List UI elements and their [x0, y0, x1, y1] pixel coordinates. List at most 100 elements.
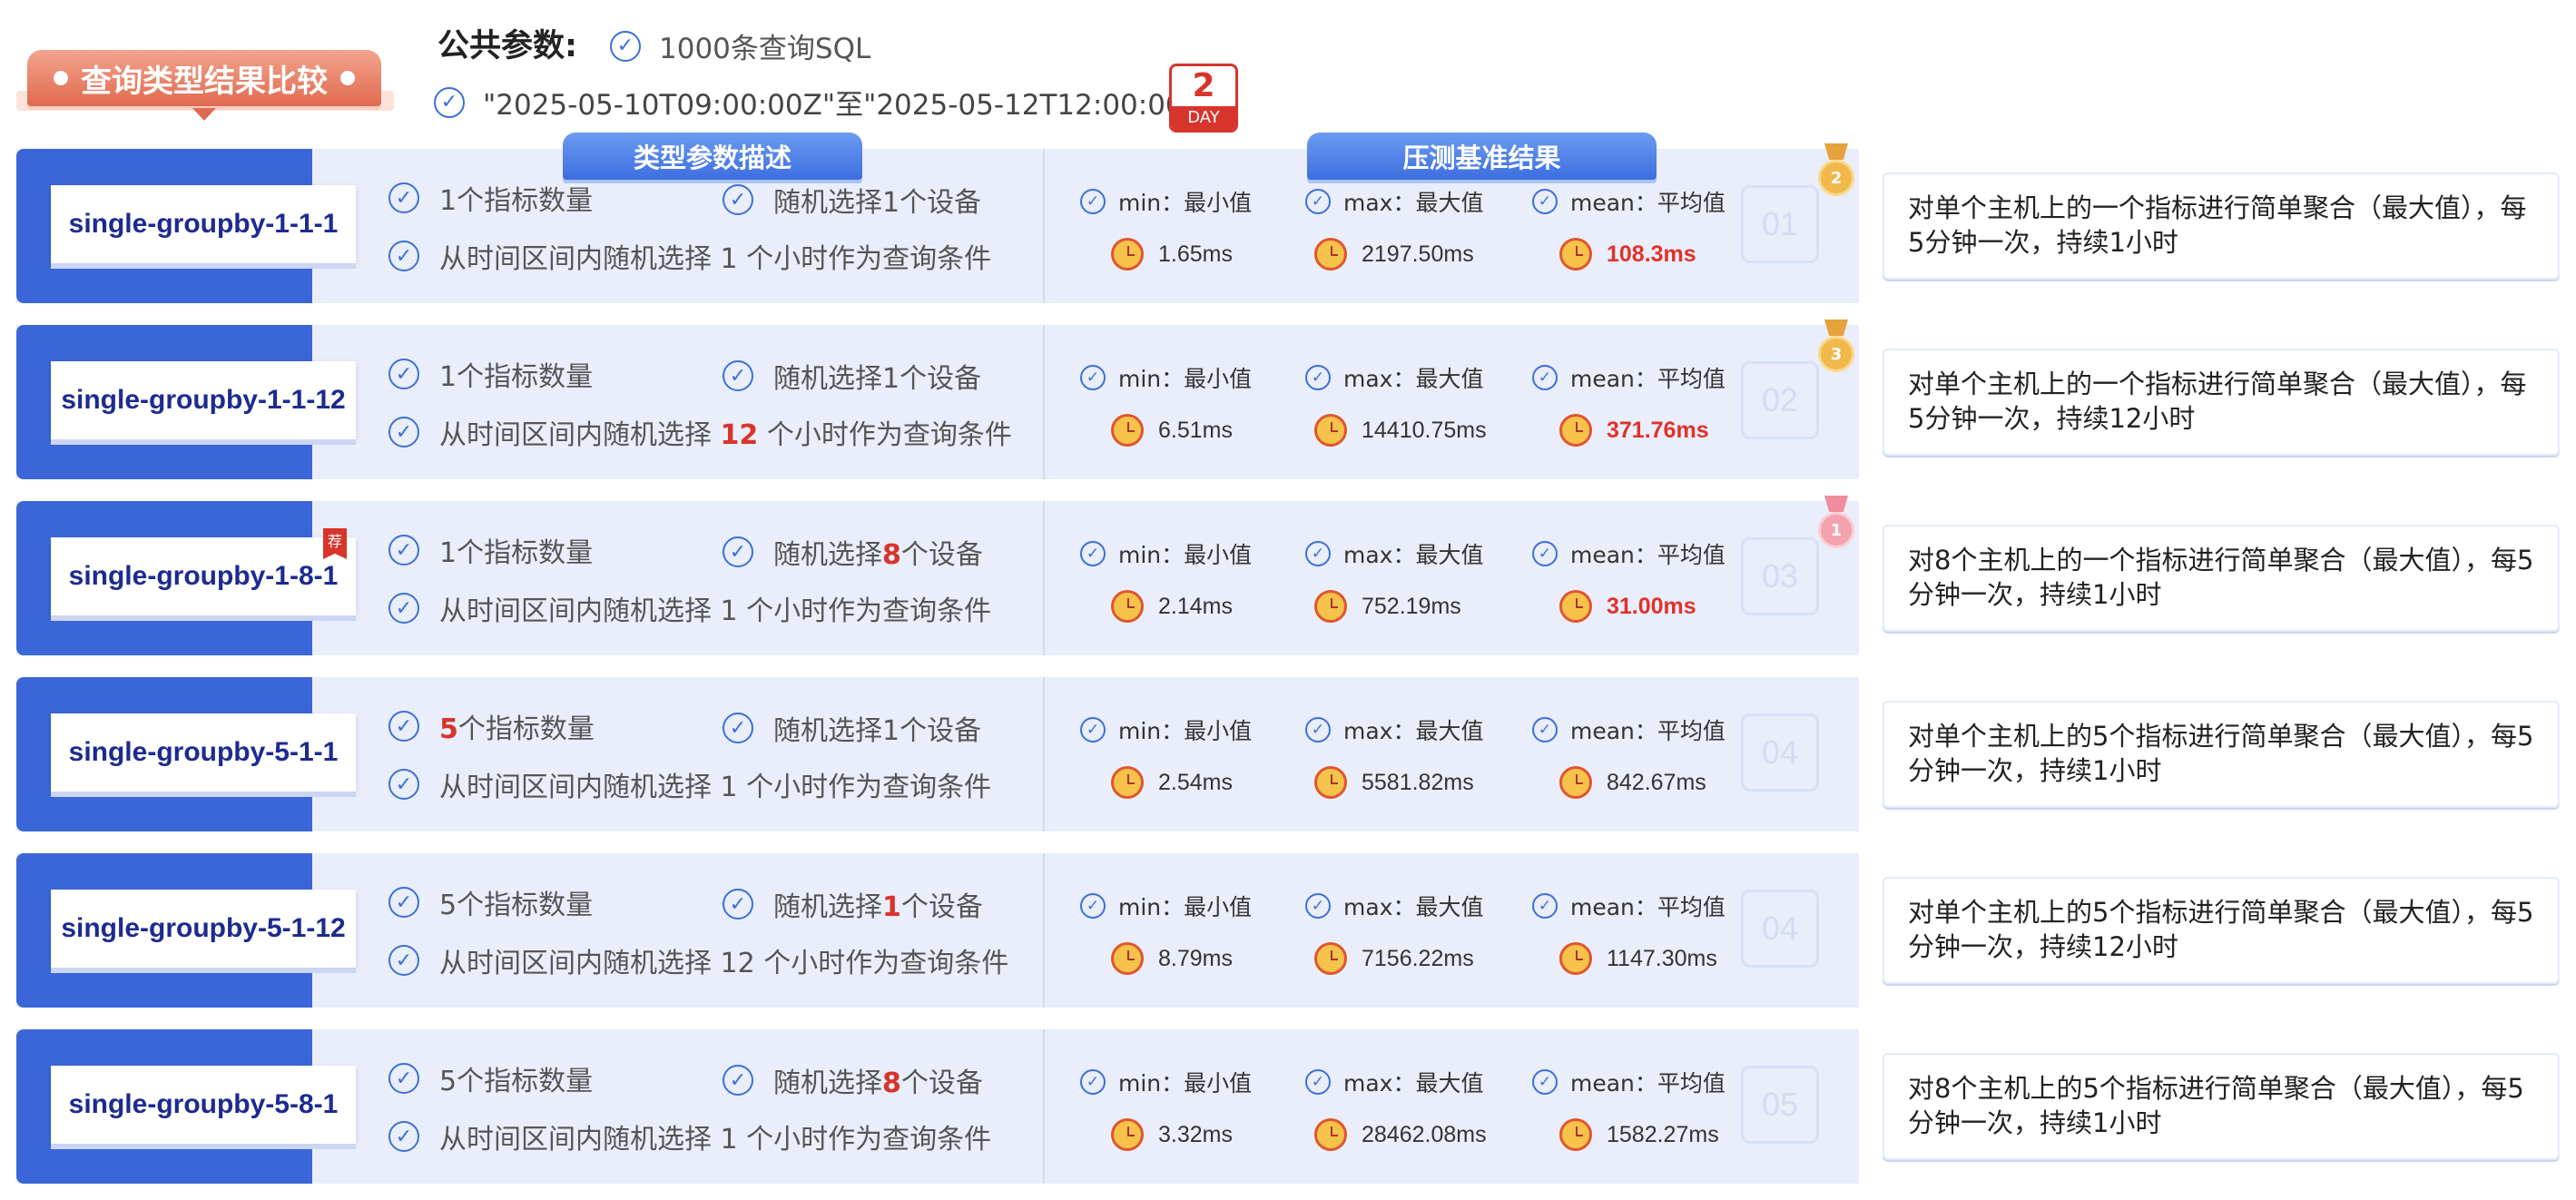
alarm-clock-icon: [1559, 1118, 1592, 1151]
check-circle-icon: ✓: [723, 889, 753, 920]
metrics-text: 5个指标数量: [439, 890, 594, 921]
column-divider: [1043, 853, 1045, 1008]
mean-value-text: 1147.30ms: [1607, 945, 1717, 971]
time-text: 从时间区间内随机选择: [439, 1124, 721, 1156]
alarm-clock-icon: [1559, 590, 1592, 623]
mean-label-text: mean：平均值: [1570, 894, 1726, 920]
param-sql-text: 1000条查询SQL: [659, 33, 871, 65]
check-circle-icon: ✓: [1532, 893, 1558, 919]
page-title: 查询类型结果比较: [81, 63, 328, 100]
check-circle-icon: ✓: [388, 711, 419, 742]
min-label-text: min：最小值: [1118, 190, 1253, 216]
device-text: 随机选择: [773, 891, 882, 923]
check-circle-icon: ✓: [388, 417, 419, 448]
mean-value-text: 108.3ms: [1607, 241, 1696, 267]
device-highlight: 8: [882, 539, 901, 571]
device-highlight: 8: [882, 1067, 901, 1099]
check-circle-icon: ✓: [1532, 1069, 1558, 1095]
time-text: 个小时作为查询条件: [758, 419, 1012, 451]
metrics-text: 1个指标数量: [439, 185, 594, 217]
mean-value: 371.76ms: [1559, 414, 1709, 447]
device-select: ✓ 随机选择1个设备: [723, 708, 981, 748]
alarm-clock-icon: [1111, 414, 1144, 447]
mean-value: 108.3ms: [1559, 238, 1696, 270]
check-circle-icon: ✓: [723, 536, 753, 567]
alarm-clock-icon: [1314, 590, 1347, 623]
query-description-card: 对8个主机上的一个指标进行简单聚合（最大值），每5分钟一次，持续1小时: [1883, 525, 2560, 632]
min-value: 8.79ms: [1111, 942, 1233, 975]
device-text: 1个设备: [882, 187, 982, 219]
mean-label: ✓ mean：平均值: [1532, 361, 1726, 394]
time-text: 从时间区间内随机选择: [439, 419, 721, 451]
alarm-clock-icon: [1314, 238, 1347, 270]
alarm-clock-icon: [1559, 942, 1592, 975]
check-circle-icon: ✓: [1080, 1069, 1106, 1095]
check-circle-icon: ✓: [1080, 365, 1106, 390]
check-circle-icon: ✓: [1080, 717, 1106, 743]
min-label-text: min：最小值: [1118, 1070, 1253, 1097]
mean-value-text: 1582.27ms: [1607, 1121, 1719, 1147]
check-circle-icon: ✓: [388, 359, 419, 389]
alarm-clock-icon: [1559, 238, 1592, 270]
metrics-text: 5个指标数量: [439, 1066, 594, 1097]
max-label-text: max：最大值: [1343, 366, 1484, 392]
day-calendar-icon: 2 DAY: [1169, 64, 1238, 133]
column-divider: [1043, 1029, 1045, 1184]
device-text: 个设备: [900, 1067, 983, 1099]
metrics-count: ✓ 5个指标数量: [388, 882, 593, 922]
device-text: 1个设备: [882, 363, 982, 395]
max-value: 5581.82ms: [1314, 766, 1474, 799]
metrics-text: 1个指标数量: [439, 537, 594, 569]
check-circle-icon: ✓: [388, 769, 419, 800]
mean-value: 842.67ms: [1559, 766, 1706, 799]
table-row: single-groupby-5-1-12 ✓ 5个指标数量 ✓ 随机选择1个设…: [16, 853, 1859, 1008]
time-text: 从时间区间内随机选择: [439, 595, 721, 627]
device-text: 随机选择: [773, 539, 882, 571]
metrics-count: ✓ 5个指标数量: [388, 706, 595, 746]
check-circle-icon: ✓: [1305, 893, 1331, 919]
time-text: 1 个小时作为查询条件: [720, 772, 992, 803]
time-text: 1 个小时作为查询条件: [720, 243, 992, 275]
day-number: 2: [1192, 67, 1215, 104]
query-type-name: single-groupby-5-8-1: [51, 1066, 356, 1144]
medal-rank: 2: [1818, 160, 1854, 196]
device-select: ✓ 随机选择1个设备: [723, 356, 981, 396]
mean-value-text: 371.76ms: [1607, 417, 1709, 443]
query-type-name: single-groupby-1-8-1: [51, 537, 356, 615]
max-value-text: 28462.08ms: [1362, 1121, 1487, 1147]
query-description-card: 对单个主机上的5个指标进行简单聚合（最大值），每5分钟一次，持续1小时: [1883, 701, 2560, 808]
mean-label: ✓ mean：平均值: [1532, 890, 1726, 922]
check-circle-icon: ✓: [1532, 365, 1558, 390]
bullet-dot-icon: [340, 71, 355, 85]
min-value-text: 3.32ms: [1158, 1121, 1233, 1147]
mean-value-text: 842.67ms: [1607, 769, 1706, 795]
metrics-text: 个指标数量: [457, 713, 595, 745]
param-sql-count: ✓ 1000条查询SQL: [610, 25, 870, 66]
table-row: single-groupby-1-1-12 ✓ 1个指标数量 ✓ 随机选择1个设…: [16, 320, 1859, 479]
query-description-card: 对单个主机上的5个指标进行简单聚合（最大值），每5分钟一次，持续12小时: [1883, 877, 2560, 984]
device-text: 随机选择: [773, 1067, 882, 1099]
mean-value: 31.00ms: [1559, 590, 1696, 623]
check-circle-icon: ✓: [1080, 893, 1106, 919]
device-text: 随机选择: [773, 187, 882, 219]
alarm-clock-icon: [1111, 590, 1144, 623]
day-label: DAY: [1172, 106, 1235, 130]
min-label-text: min：最小值: [1118, 718, 1253, 744]
query-description-card: 对单个主机上的一个指标进行简单聚合（最大值），每5分钟一次，持续1小时: [1883, 172, 2560, 280]
column-divider: [1043, 501, 1045, 655]
check-circle-icon: ✓: [723, 713, 753, 743]
mean-label: ✓ mean：平均值: [1532, 537, 1726, 570]
min-value: 6.51ms: [1111, 414, 1233, 447]
device-text: 个设备: [900, 891, 983, 923]
page-title-badge: 查询类型结果比较: [27, 50, 381, 121]
rank-medal-icon: 2: [1815, 143, 1857, 196]
alarm-clock-icon: [1314, 766, 1347, 799]
alarm-clock-icon: [1559, 766, 1592, 799]
min-label-text: min：最小值: [1118, 366, 1253, 392]
row-number: 02: [1741, 361, 1819, 439]
check-circle-icon: ✓: [388, 945, 419, 976]
time-text: 12 个小时作为查询条件: [720, 948, 1009, 979]
table-row: single-groupby-1-8-1 荐 ✓ 1个指标数量 ✓ 随机选择8个…: [16, 496, 1859, 655]
max-label: ✓ max：最大值: [1305, 537, 1483, 570]
row-number: 03: [1741, 537, 1819, 615]
